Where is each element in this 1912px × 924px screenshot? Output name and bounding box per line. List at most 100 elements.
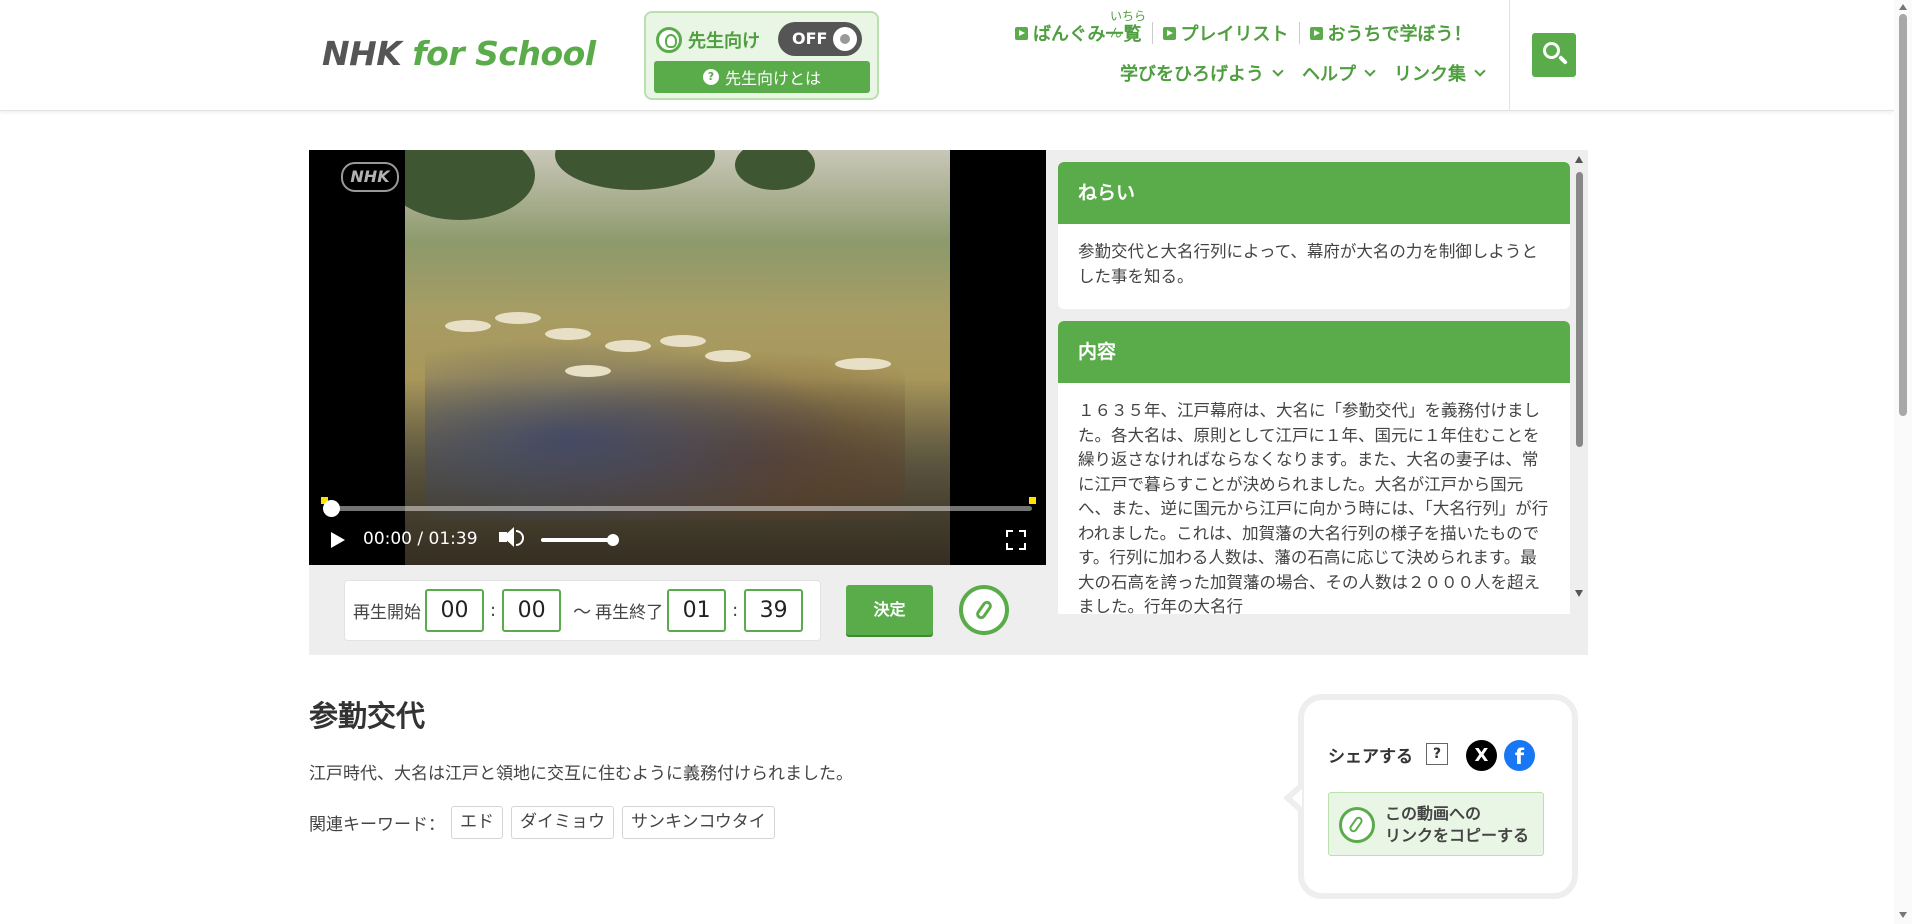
keywords-label: 関連キーワード： (309, 815, 445, 835)
link-icon (1339, 807, 1375, 843)
video-title: 参勤交代 (309, 699, 426, 733)
aim-title: ねらい (1058, 162, 1570, 224)
scene-hat (605, 340, 651, 352)
teacher-mode-label: 先生向け (688, 31, 760, 52)
chevron-down-icon (1364, 65, 1376, 77)
scene-hat (565, 365, 611, 377)
copy-link-button[interactable] (959, 585, 1009, 635)
share-box: シェアする ? X f この動画への リンクをコピーする (1283, 694, 1578, 899)
page-scrollbar[interactable] (1894, 0, 1912, 924)
keyword-tag[interactable]: エド (451, 806, 503, 839)
play-square-icon (1015, 26, 1028, 40)
player-section: NHK 00:00 / 01:39 再生開始 00 : 00 ～ 再生終了 01… (309, 150, 1588, 655)
toggle-knob (833, 27, 857, 51)
time-colon: : (490, 600, 497, 621)
playback-range: 再生開始 00 : 00 ～ 再生終了 01 : 39 (344, 580, 821, 641)
x-share-icon[interactable]: X (1466, 740, 1497, 771)
decide-button[interactable]: 決定 (846, 585, 933, 635)
time-display: 00:00 / 01:39 (363, 529, 478, 549)
top-nav: ばんぐみ一覧 いちらん プレイリスト おうちで学ぼう！ (1005, 9, 1482, 46)
range-end-marker[interactable] (1029, 497, 1036, 504)
link-icon (974, 598, 994, 622)
fullscreen-icon[interactable] (1006, 530, 1026, 550)
scene-procession (425, 320, 905, 520)
start-label: 再生開始 (353, 603, 421, 623)
teacher-about-button[interactable]: ? 先生向けとは (654, 61, 870, 93)
site-header: NHK for School 先生向け OFF ? 先生向けとは ばんぐみ一覧 … (0, 0, 1894, 111)
teacher-mode-row: 先生向け (656, 23, 760, 57)
chevron-down-icon (1272, 65, 1284, 77)
scene-hat (495, 312, 541, 324)
nav-program-list[interactable]: ばんぐみ一覧 いちらん (1005, 9, 1152, 46)
panel-scroll-down-icon[interactable] (1575, 590, 1583, 597)
volume-icon[interactable] (499, 527, 524, 547)
volume-slider[interactable] (541, 534, 619, 546)
toggle-state: OFF (792, 29, 828, 48)
start-minutes-input[interactable]: 00 (425, 589, 484, 632)
content-title: 内容 (1058, 321, 1570, 383)
scene-hat (835, 358, 891, 370)
subnav-help[interactable]: ヘルプ (1292, 60, 1384, 86)
scroll-down-icon[interactable] (1899, 912, 1907, 918)
content-body: １６３５年、江戸幕府は、大名に「参勤交代」を義務付けました。各大名は、原則として… (1078, 401, 1549, 614)
play-icon[interactable] (331, 532, 345, 548)
search-icon (1543, 42, 1560, 59)
nhk-for-school-logo[interactable]: NHK for School (322, 34, 596, 73)
end-minutes-input[interactable]: 01 (667, 589, 727, 632)
nav-playlist-label: プレイリスト (1180, 24, 1289, 45)
seek-knob[interactable] (323, 500, 340, 517)
info-panel: ねらい 参勤交代と大名行列によって、幕府が大名の力を制御しようとした事を知る。 … (1058, 162, 1570, 614)
scene-hat (705, 350, 751, 362)
teacher-mode-box: 先生向け OFF ? 先生向けとは (644, 11, 879, 100)
play-square-icon (1309, 26, 1323, 40)
subnav-learn-more[interactable]: 学びをひろげよう (1110, 60, 1292, 86)
keyword-list: 関連キーワード： エド ダイミョウ サンキンコウタイ (309, 806, 783, 839)
video-player[interactable]: NHK 00:00 / 01:39 (309, 150, 1046, 565)
scroll-up-icon[interactable] (1899, 4, 1907, 10)
seek-bar[interactable] (323, 500, 1032, 517)
aim-body: 参勤交代と大名行列によって、幕府が大名の力を制御しようとした事を知る。 (1078, 242, 1538, 286)
nhk-watermark: NHK (341, 162, 399, 192)
video-frame (405, 150, 950, 565)
keyword-tag[interactable]: サンキンコウタイ (622, 806, 775, 839)
nav-home-learning-label: おうちで学ぼう！ (1327, 24, 1472, 45)
nav-playlist[interactable]: プレイリスト (1153, 20, 1299, 46)
share-help-icon[interactable]: ? (1426, 743, 1448, 765)
video-controls: 00:00 / 01:39 (309, 520, 1046, 560)
facebook-share-icon[interactable]: f (1504, 740, 1535, 771)
aim-card: ねらい 参勤交代と大名行列によって、幕府が大名の力を制御しようとした事を知る。 (1058, 162, 1570, 309)
content-card: 内容 １６３５年、江戸幕府は、大名に「参勤交代」を義務付けました。各大名は、原則… (1058, 321, 1570, 614)
video-description: 江戸時代、大名は江戸と領地に交互に住むように義務付けられました。 (309, 764, 853, 784)
keyword-tag[interactable]: ダイミョウ (511, 806, 614, 839)
end-seconds-input[interactable]: 39 (744, 589, 804, 632)
teacher-mode-toggle[interactable]: OFF (778, 22, 862, 56)
scene-hat (545, 328, 591, 340)
start-seconds-input[interactable]: 00 (502, 589, 562, 632)
copy-link-text: この動画への リンクをコピーする (1385, 804, 1530, 845)
page-scroll-thumb[interactable] (1899, 14, 1907, 416)
subnav-help-label: ヘルプ (1302, 64, 1356, 85)
teacher-about-label: 先生向けとは (724, 69, 821, 88)
scene-tree (735, 150, 815, 190)
nav-ruby: いちらん (1110, 9, 1147, 40)
scene-tree (405, 150, 535, 220)
range-tilde: ～ (573, 601, 592, 623)
sub-nav: 学びをひろげよう ヘルプ リンク集 (1110, 60, 1494, 86)
volume-knob[interactable] (607, 534, 619, 546)
subnav-links[interactable]: リンク集 (1384, 60, 1494, 86)
subnav-links-label: リンク集 (1394, 64, 1466, 85)
panel-scroll-up-icon[interactable] (1575, 156, 1583, 163)
scene-tree (555, 150, 715, 190)
copy-video-link-button[interactable]: この動画への リンクをコピーする (1328, 792, 1544, 856)
subnav-learn-more-label: 学びをひろげよう (1120, 64, 1264, 85)
nav-home-learning[interactable]: おうちで学ぼう！ (1300, 20, 1482, 46)
question-icon: ? (702, 69, 719, 85)
panel-scrollbar[interactable] (1576, 172, 1583, 447)
scene-hat (660, 335, 706, 347)
scene-hat (445, 320, 491, 332)
share-label: シェアする (1328, 747, 1413, 767)
chevron-down-icon (1474, 65, 1486, 77)
teacher-icon (656, 27, 682, 53)
header-divider (1509, 0, 1510, 111)
search-button[interactable] (1532, 33, 1576, 77)
